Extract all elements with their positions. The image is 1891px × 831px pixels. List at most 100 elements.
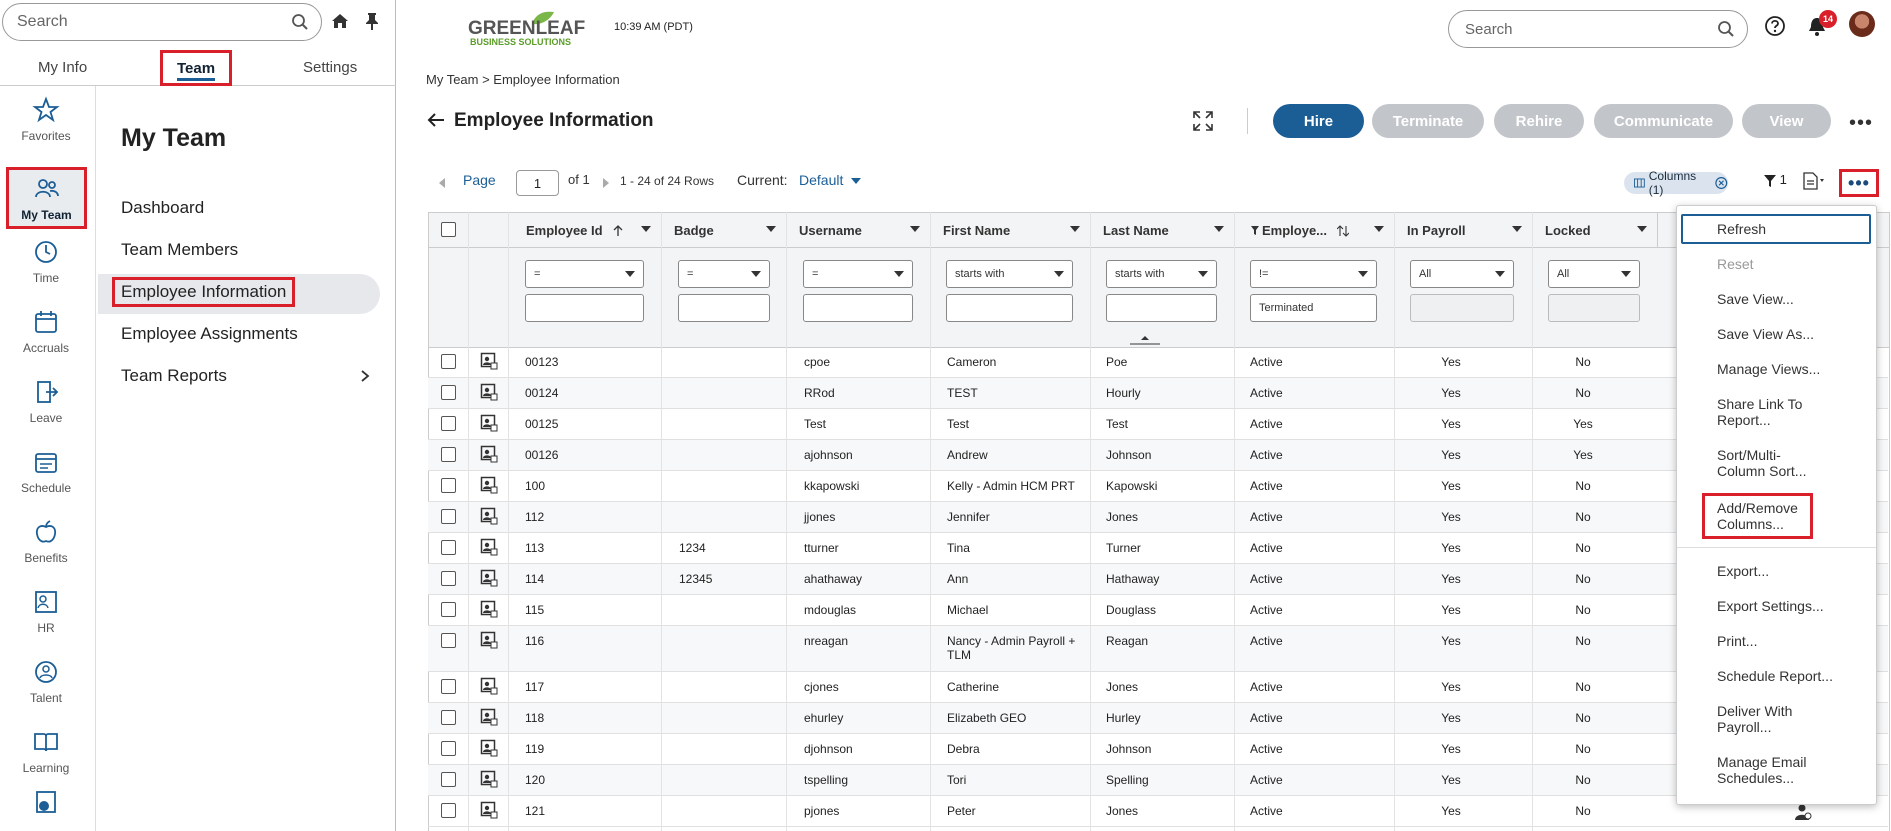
filter-op-status[interactable]: != — [1250, 260, 1377, 288]
menu-schedule-report[interactable]: Schedule Report... — [1717, 668, 1833, 684]
table-row[interactable]: 114 12345 ahathaway Ann Hathaway Active Yes No — [428, 564, 1888, 595]
filter-indicator[interactable]: 1 — [1764, 172, 1787, 188]
home-icon[interactable] — [330, 11, 350, 31]
employee-card-icon[interactable] — [480, 600, 498, 618]
filter-op-badge[interactable]: = — [678, 260, 770, 288]
communicate-button[interactable]: Communicate — [1594, 104, 1733, 138]
pin-icon[interactable] — [364, 11, 380, 31]
top-search-input[interactable]: Search — [1448, 10, 1748, 48]
filter-op-locked[interactable]: All — [1548, 260, 1640, 288]
filter-value-last-name[interactable] — [1106, 294, 1217, 322]
hire-button[interactable]: Hire — [1273, 104, 1364, 138]
row-checkbox[interactable] — [441, 633, 456, 648]
rail-talent[interactable]: Talent — [0, 648, 92, 714]
prev-page-icon[interactable] — [437, 177, 447, 189]
row-checkbox[interactable] — [441, 416, 456, 431]
menu-reset[interactable]: Reset — [1717, 256, 1754, 272]
row-checkbox[interactable] — [441, 540, 456, 555]
col-last-name[interactable]: Last Name — [1091, 213, 1235, 248]
filter-value-employee-id[interactable] — [525, 294, 644, 322]
menu-print[interactable]: Print... — [1717, 633, 1757, 649]
col-employee-id[interactable]: Employee Id — [509, 213, 662, 248]
row-checkbox[interactable] — [441, 571, 456, 586]
filter-value-status[interactable]: Terminated — [1250, 294, 1377, 322]
employee-card-icon[interactable] — [480, 476, 498, 494]
col-locked[interactable]: Locked — [1533, 213, 1658, 248]
row-checkbox[interactable] — [441, 478, 456, 493]
employee-card-icon[interactable] — [480, 507, 498, 525]
table-row[interactable]: 00124 RRod TEST Hourly Active Yes No — [428, 378, 1888, 409]
view-button[interactable]: View — [1742, 104, 1831, 138]
row-checkbox[interactable] — [441, 509, 456, 524]
next-page-icon[interactable] — [601, 177, 611, 189]
person-action-icon[interactable] — [1794, 803, 1812, 821]
grid-more-options-button[interactable]: ••• — [1839, 169, 1879, 197]
rail-favorites[interactable]: Favorites — [0, 86, 92, 152]
col-username[interactable]: Username — [787, 213, 931, 248]
table-row[interactable]: 112 jjones Jennifer Jones Active Yes No — [428, 502, 1888, 533]
breadcrumb[interactable]: My Team > Employee Information — [426, 72, 620, 87]
employee-card-icon[interactable] — [480, 383, 498, 401]
rail-accruals[interactable]: Accruals — [0, 298, 92, 364]
tab-my-info[interactable]: My Info — [38, 48, 87, 86]
help-icon[interactable] — [1764, 15, 1786, 37]
rail-learning[interactable]: Learning — [0, 718, 92, 784]
col-employee-status[interactable]: Employe... — [1235, 213, 1395, 248]
columns-chip[interactable]: Columns (1) — [1624, 169, 1728, 197]
table-row[interactable]: 00123 cpoe Cameron Poe Active Yes No — [428, 347, 1888, 378]
employee-card-icon[interactable] — [480, 708, 498, 726]
row-checkbox[interactable] — [441, 447, 456, 462]
nav-dashboard[interactable]: Dashboard — [121, 198, 204, 218]
nav-team-reports[interactable]: Team Reports — [121, 366, 227, 386]
row-checkbox[interactable] — [441, 385, 456, 400]
employee-card-icon[interactable] — [480, 631, 498, 649]
rehire-button[interactable]: Rehire — [1494, 104, 1584, 138]
table-row[interactable]: 116 nreagan Nancy - Admin Payroll + TLM Reag… — [428, 626, 1888, 672]
rail-schedule[interactable]: Schedule — [0, 438, 92, 504]
menu-deliver-with-payroll[interactable]: Deliver With Payroll... — [1717, 703, 1792, 735]
row-checkbox[interactable] — [441, 741, 456, 756]
table-row[interactable]: 119 djohnson Debra Johnson Active Yes No — [428, 734, 1888, 765]
menu-manage-email-schedules[interactable]: Manage Email Schedules... — [1717, 754, 1807, 786]
menu-share-link[interactable]: Share Link To Report... — [1717, 396, 1802, 428]
col-badge[interactable]: Badge — [662, 213, 787, 248]
filter-value-badge[interactable] — [678, 294, 770, 322]
employee-card-icon[interactable] — [480, 801, 498, 819]
row-checkbox[interactable] — [441, 710, 456, 725]
employee-card-icon[interactable] — [480, 770, 498, 788]
nav-team-members[interactable]: Team Members — [121, 240, 238, 260]
user-avatar[interactable] — [1849, 11, 1875, 37]
filter-op-last-name[interactable]: starts with — [1106, 260, 1217, 288]
employee-card-icon[interactable] — [480, 414, 498, 432]
row-checkbox[interactable] — [441, 772, 456, 787]
table-row[interactable]: 113 1234 tturner Tina Turner Active Yes No — [428, 533, 1888, 564]
row-checkbox[interactable] — [441, 803, 456, 818]
row-checkbox[interactable] — [441, 354, 456, 369]
table-row[interactable]: 00125 Test Test Test Active Yes Yes — [428, 409, 1888, 440]
table-row[interactable]: 120 tspelling Tori Spelling Active Yes No — [428, 765, 1888, 796]
resize-grip-icon[interactable] — [1130, 335, 1160, 345]
table-row[interactable]: 121 pjones Peter Jones Active Yes No — [428, 796, 1888, 827]
filter-op-username[interactable]: = — [803, 260, 913, 288]
col-in-payroll[interactable]: In Payroll — [1395, 213, 1533, 248]
filter-op-employee-id[interactable]: = — [525, 260, 644, 288]
table-row[interactable]: 115 mdouglas Michael Douglass Active Yes No — [428, 595, 1888, 626]
rail-my-team[interactable]: My Team — [6, 167, 87, 229]
rail-hr[interactable]: HR — [0, 578, 92, 644]
employee-card-icon[interactable] — [480, 569, 498, 587]
menu-export[interactable]: Export... — [1717, 563, 1769, 579]
menu-refresh[interactable]: Refresh — [1681, 214, 1871, 244]
employee-card-icon[interactable] — [480, 445, 498, 463]
menu-add-remove-columns[interactable]: Add/Remove Columns... — [1702, 493, 1813, 539]
table-row[interactable]: 117 cjones Catherine Jones Active Yes No — [428, 672, 1888, 703]
close-circle-icon[interactable] — [1715, 176, 1728, 190]
nav-employee-assignments[interactable]: Employee Assignments — [121, 324, 298, 344]
back-arrow-icon[interactable] — [426, 110, 446, 130]
rail-time[interactable]: Time — [0, 228, 92, 294]
table-row[interactable]: 118 ehurley Elizabeth GEO Hurley Active Yes No — [428, 703, 1888, 734]
filter-op-in-payroll[interactable]: All — [1410, 260, 1514, 288]
row-checkbox[interactable] — [441, 602, 456, 617]
table-row[interactable]: 100 kkapowski Kelly - Admin HCM PRT Kapowsk… — [428, 471, 1888, 502]
tab-team[interactable]: Team — [159, 50, 233, 86]
filter-value-username[interactable] — [803, 294, 913, 322]
